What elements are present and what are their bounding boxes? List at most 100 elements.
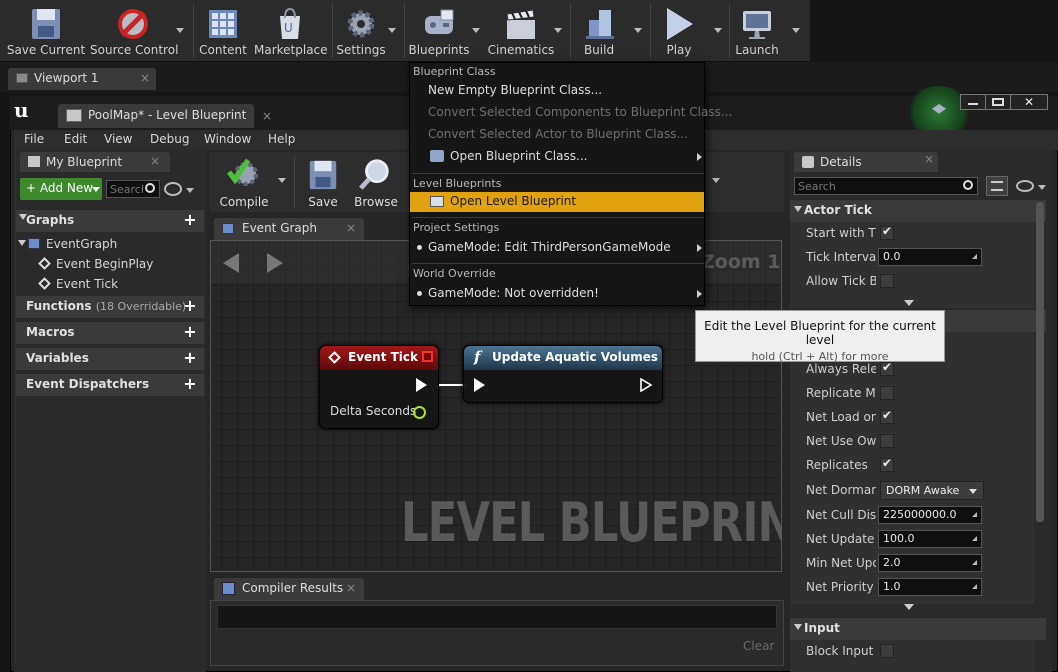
functions-section-header[interactable]: Functions (18 Overridable) +: [16, 296, 204, 318]
eye-icon[interactable]: [1016, 180, 1034, 192]
add-variable-plus-icon[interactable]: +: [182, 350, 198, 367]
input-section-header[interactable]: Input: [790, 618, 1046, 640]
open-level-blueprint-item[interactable]: Open Level Blueprint: [410, 192, 704, 212]
toolbar-options-arrow[interactable]: [712, 178, 720, 183]
settings-dropdown-arrow[interactable]: [388, 28, 396, 33]
add-function-plus-icon[interactable]: +: [182, 298, 198, 315]
back-arrow-icon[interactable]: [223, 253, 239, 273]
event-tick-item[interactable]: Event Tick: [38, 276, 204, 296]
event-graph-tree-item[interactable]: EventGraph: [16, 236, 204, 256]
menu-view[interactable]: View: [104, 132, 132, 146]
replicates-checkbox[interactable]: [880, 456, 894, 472]
settings-button[interactable]: Settings: [334, 2, 388, 60]
cinematics-button[interactable]: Cinematics: [484, 2, 558, 60]
view-options-arrow[interactable]: [186, 188, 194, 193]
play-dropdown-arrow[interactable]: [714, 28, 722, 33]
delta-seconds-pin[interactable]: [413, 406, 426, 419]
new-empty-blueprint-class-item[interactable]: New Empty Blueprint Class...: [428, 83, 602, 97]
details-view-options-arrow[interactable]: [1038, 185, 1046, 190]
update-aquatic-volumes-node[interactable]: f Update Aquatic Volumes: [463, 345, 663, 403]
convert-actor-item[interactable]: Convert Selected Actor to Blueprint Clas…: [428, 127, 688, 141]
open-blueprint-class-item[interactable]: Open Blueprint Class...: [410, 147, 704, 167]
net-priority-field[interactable]: 1.0: [878, 578, 982, 596]
allow-tick-before-begin-play-checkbox[interactable]: [880, 274, 894, 288]
event-tick-exec-out-pin[interactable]: [416, 378, 427, 392]
maximize-button[interactable]: [985, 94, 1011, 110]
replicate-movement-checkbox[interactable]: [880, 386, 894, 400]
net-dormancy-select[interactable]: DORM Awake: [880, 481, 984, 500]
menu-debug[interactable]: Debug: [150, 132, 189, 146]
build-button[interactable]: Build: [574, 2, 624, 60]
gamemode-override-item[interactable]: GameMode: Not overridden!: [410, 284, 704, 304]
clear-button[interactable]: Clear: [743, 639, 774, 653]
details-scrollbar[interactable]: [1036, 202, 1044, 522]
event-dispatchers-section-header[interactable]: Event Dispatchers +: [16, 374, 204, 396]
level-blueprint-tab[interactable]: PoolMap* - Level Blueprint: [58, 104, 254, 128]
actor-tick-section-header[interactable]: Actor Tick: [790, 200, 1046, 222]
source-control-dropdown-arrow[interactable]: [176, 28, 184, 33]
compile-options-arrow[interactable]: [278, 178, 286, 183]
viewport-tab[interactable]: Viewport 1 ×: [8, 68, 156, 90]
play-button[interactable]: Play: [654, 2, 704, 60]
close-window-button[interactable]: ✕: [1010, 94, 1048, 110]
blueprint-tab-close-icon[interactable]: ×: [262, 109, 272, 123]
function-exec-out-pin[interactable]: [640, 378, 652, 392]
eye-icon[interactable]: [164, 182, 182, 196]
function-exec-in-pin[interactable]: [474, 378, 485, 392]
my-blueprint-tab[interactable]: My Blueprint: [20, 152, 170, 172]
compiler-results-tab[interactable]: Compiler Results ×: [214, 578, 364, 600]
source-control-button[interactable]: Source Control: [90, 2, 178, 60]
menu-file[interactable]: File: [24, 132, 44, 146]
blueprint-save-button[interactable]: Save: [300, 154, 346, 210]
min-net-update-frequency-field[interactable]: 2.0: [878, 554, 982, 572]
net-update-frequency-field[interactable]: 100.0: [878, 530, 982, 548]
my-blueprint-close-icon[interactable]: ×: [150, 154, 160, 168]
details-tab[interactable]: Details ×: [794, 152, 938, 172]
advanced-expand-arrow[interactable]: [904, 300, 914, 306]
browse-button[interactable]: Browse: [350, 154, 402, 210]
property-matrix-button[interactable]: [986, 176, 1008, 196]
start-with-tick-checkbox[interactable]: [880, 224, 894, 240]
content-button[interactable]: Content: [196, 2, 250, 60]
macros-section-header[interactable]: Macros +: [16, 322, 204, 344]
tick-interval-field[interactable]: 0.0: [878, 248, 982, 266]
net-use-owner-relevancy-checkbox[interactable]: [880, 434, 894, 448]
delegate-pin-icon[interactable]: [422, 351, 433, 362]
event-graph-tab[interactable]: Event Graph ×: [214, 218, 364, 240]
always-relevant-checkbox[interactable]: [880, 360, 894, 376]
build-dropdown-arrow[interactable]: [634, 28, 642, 33]
blueprints-button[interactable]: Blueprints: [408, 2, 470, 60]
compile-button[interactable]: Compile: [216, 154, 272, 210]
convert-components-item[interactable]: Convert Selected Components to Blueprint…: [428, 105, 732, 119]
gamemode-edit-item[interactable]: GameMode: Edit ThirdPersonGameMode: [410, 238, 704, 258]
net-cull-distance-field[interactable]: 225000000.0: [878, 506, 982, 524]
add-new-button[interactable]: + Add New: [20, 178, 102, 200]
graphs-section-header[interactable]: Graphs +: [16, 210, 204, 232]
save-current-button[interactable]: Save Current: [6, 2, 86, 60]
minimize-button[interactable]: [960, 94, 986, 110]
blueprint-search-input[interactable]: [107, 181, 143, 197]
menu-edit[interactable]: Edit: [64, 132, 87, 146]
variables-section-header[interactable]: Variables +: [16, 348, 204, 370]
blueprints-dropdown-arrow[interactable]: [472, 28, 480, 33]
launch-button[interactable]: Launch: [732, 2, 782, 60]
advanced-expand-arrow[interactable]: [904, 604, 914, 610]
launch-dropdown-arrow[interactable]: [792, 28, 800, 33]
marketplace-button[interactable]: U Marketplace: [254, 2, 328, 60]
event-tick-node[interactable]: Event Tick Delta Seconds: [319, 345, 439, 429]
add-dispatcher-plus-icon[interactable]: +: [182, 376, 198, 393]
add-macro-plus-icon[interactable]: +: [182, 324, 198, 341]
menu-help[interactable]: Help: [268, 132, 295, 146]
menu-window[interactable]: Window: [204, 132, 251, 146]
event-begin-play-item[interactable]: Event BeginPlay: [38, 256, 204, 276]
cinematics-dropdown-arrow[interactable]: [554, 28, 562, 33]
details-search-input[interactable]: [795, 178, 959, 194]
block-input-checkbox[interactable]: [880, 644, 894, 658]
viewport-tab-close-icon[interactable]: ×: [140, 71, 150, 85]
forward-arrow-icon[interactable]: [267, 253, 283, 273]
add-graph-plus-icon[interactable]: +: [182, 212, 198, 229]
details-close-icon[interactable]: ×: [924, 152, 934, 166]
event-graph-tab-close-icon[interactable]: ×: [346, 221, 356, 235]
net-load-on-client-checkbox[interactable]: [880, 408, 894, 424]
compiler-results-close-icon[interactable]: ×: [346, 581, 356, 595]
